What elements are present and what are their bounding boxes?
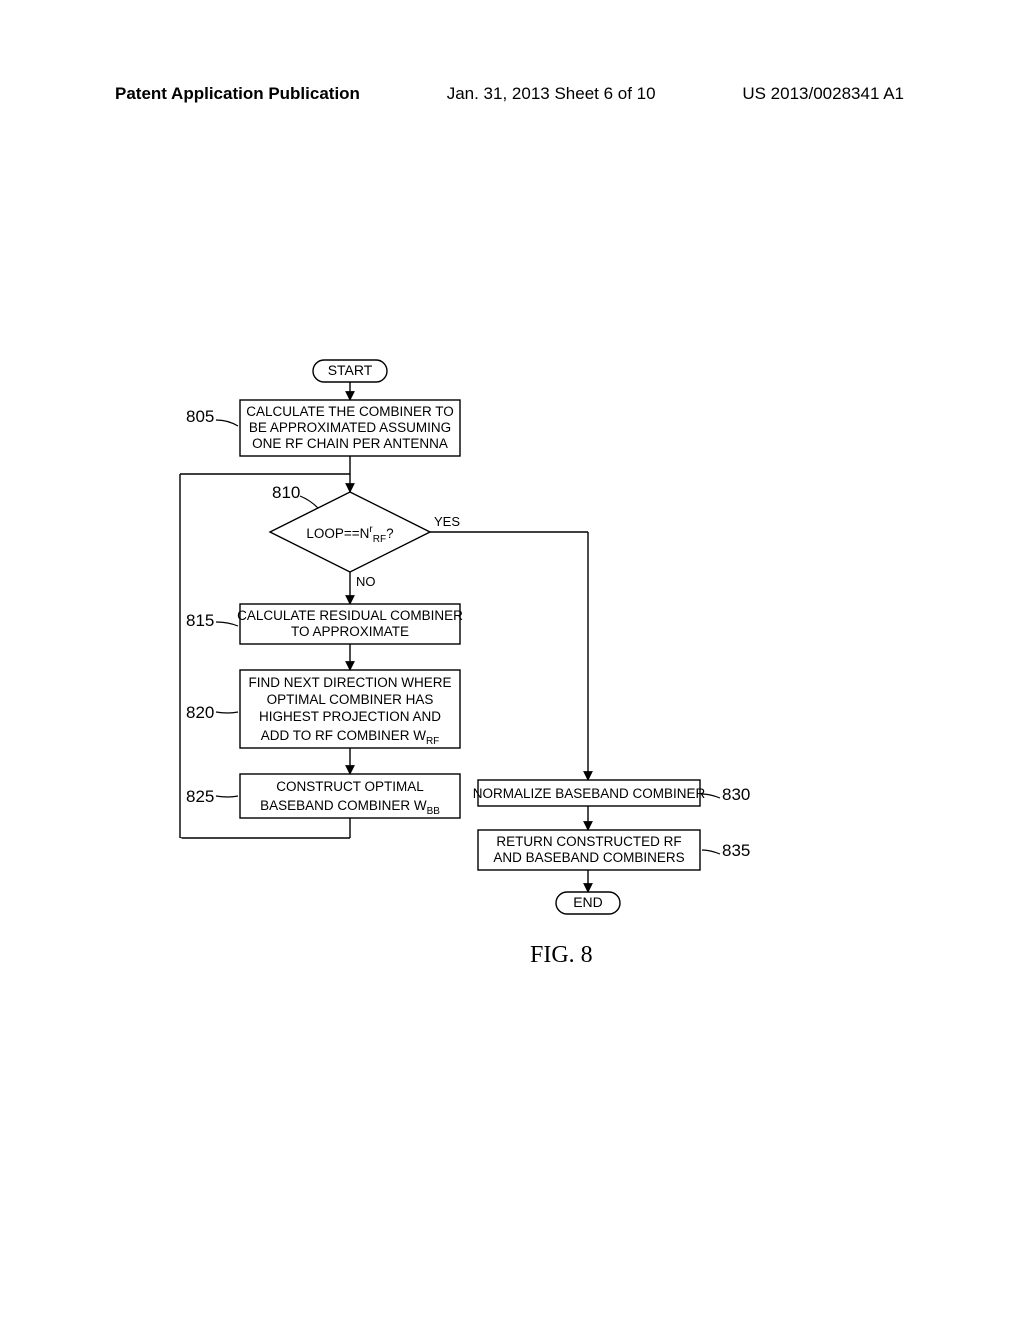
- leader-810: [300, 496, 318, 508]
- ref-805: 805: [186, 407, 214, 426]
- box-805-line1: CALCULATE THE COMBINER TO: [246, 404, 454, 419]
- leader-825: [216, 796, 238, 797]
- ref-810: 810: [272, 483, 300, 502]
- box-835-line2: AND BASEBAND COMBINERS: [493, 850, 684, 865]
- ref-835: 835: [722, 841, 750, 860]
- sheet-info: Jan. 31, 2013 Sheet 6 of 10: [447, 84, 656, 104]
- page-header: Patent Application Publication Jan. 31, …: [0, 84, 1024, 104]
- box-815-line1: CALCULATE RESIDUAL COMBINER: [237, 608, 463, 623]
- leader-815: [216, 622, 238, 626]
- box-805-line3: ONE RF CHAIN PER ANTENNA: [252, 436, 448, 451]
- ref-820: 820: [186, 703, 214, 722]
- leader-835: [702, 850, 720, 854]
- no-label: NO: [356, 574, 376, 589]
- decision-810: LOOP==NrRF?: [270, 492, 430, 572]
- end-label: END: [573, 894, 603, 910]
- ref-825: 825: [186, 787, 214, 806]
- leader-820: [216, 712, 238, 713]
- yes-label: YES: [434, 514, 460, 529]
- publication-type: Patent Application Publication: [115, 84, 360, 104]
- box-835-line1: RETURN CONSTRUCTED RF: [496, 834, 681, 849]
- box-820: FIND NEXT DIRECTION WHERE OPTIMAL COMBIN…: [240, 670, 460, 748]
- box-805: CALCULATE THE COMBINER TO BE APPROXIMATE…: [240, 400, 460, 456]
- leader-805: [216, 420, 238, 426]
- box-805-line2: BE APPROXIMATED ASSUMING: [249, 420, 451, 435]
- ref-830: 830: [722, 785, 750, 804]
- start-terminal: START: [313, 360, 387, 382]
- box-820-line3: HIGHEST PROJECTION AND: [259, 709, 441, 724]
- box-815-line2: TO APPROXIMATE: [291, 624, 409, 639]
- box-815: CALCULATE RESIDUAL COMBINER TO APPROXIMA…: [237, 604, 463, 644]
- publication-number: US 2013/0028341 A1: [742, 84, 904, 104]
- start-label: START: [328, 362, 373, 378]
- ref-815: 815: [186, 611, 214, 630]
- figure-label: FIG. 8: [530, 942, 593, 969]
- box-820-line2: OPTIMAL COMBINER HAS: [267, 692, 434, 707]
- flowchart: START CALCULATE THE COMBINER TO BE APPRO…: [150, 360, 890, 960]
- box-830-line1: NORMALIZE BASEBAND COMBINER: [473, 786, 706, 801]
- box-830: NORMALIZE BASEBAND COMBINER: [473, 780, 706, 806]
- box-820-line1: FIND NEXT DIRECTION WHERE: [248, 675, 451, 690]
- box-825: CONSTRUCT OPTIMAL BASEBAND COMBINER WBB: [240, 774, 460, 818]
- end-terminal: END: [556, 892, 620, 914]
- box-825-line1: CONSTRUCT OPTIMAL: [276, 779, 424, 794]
- box-835: RETURN CONSTRUCTED RF AND BASEBAND COMBI…: [478, 830, 700, 870]
